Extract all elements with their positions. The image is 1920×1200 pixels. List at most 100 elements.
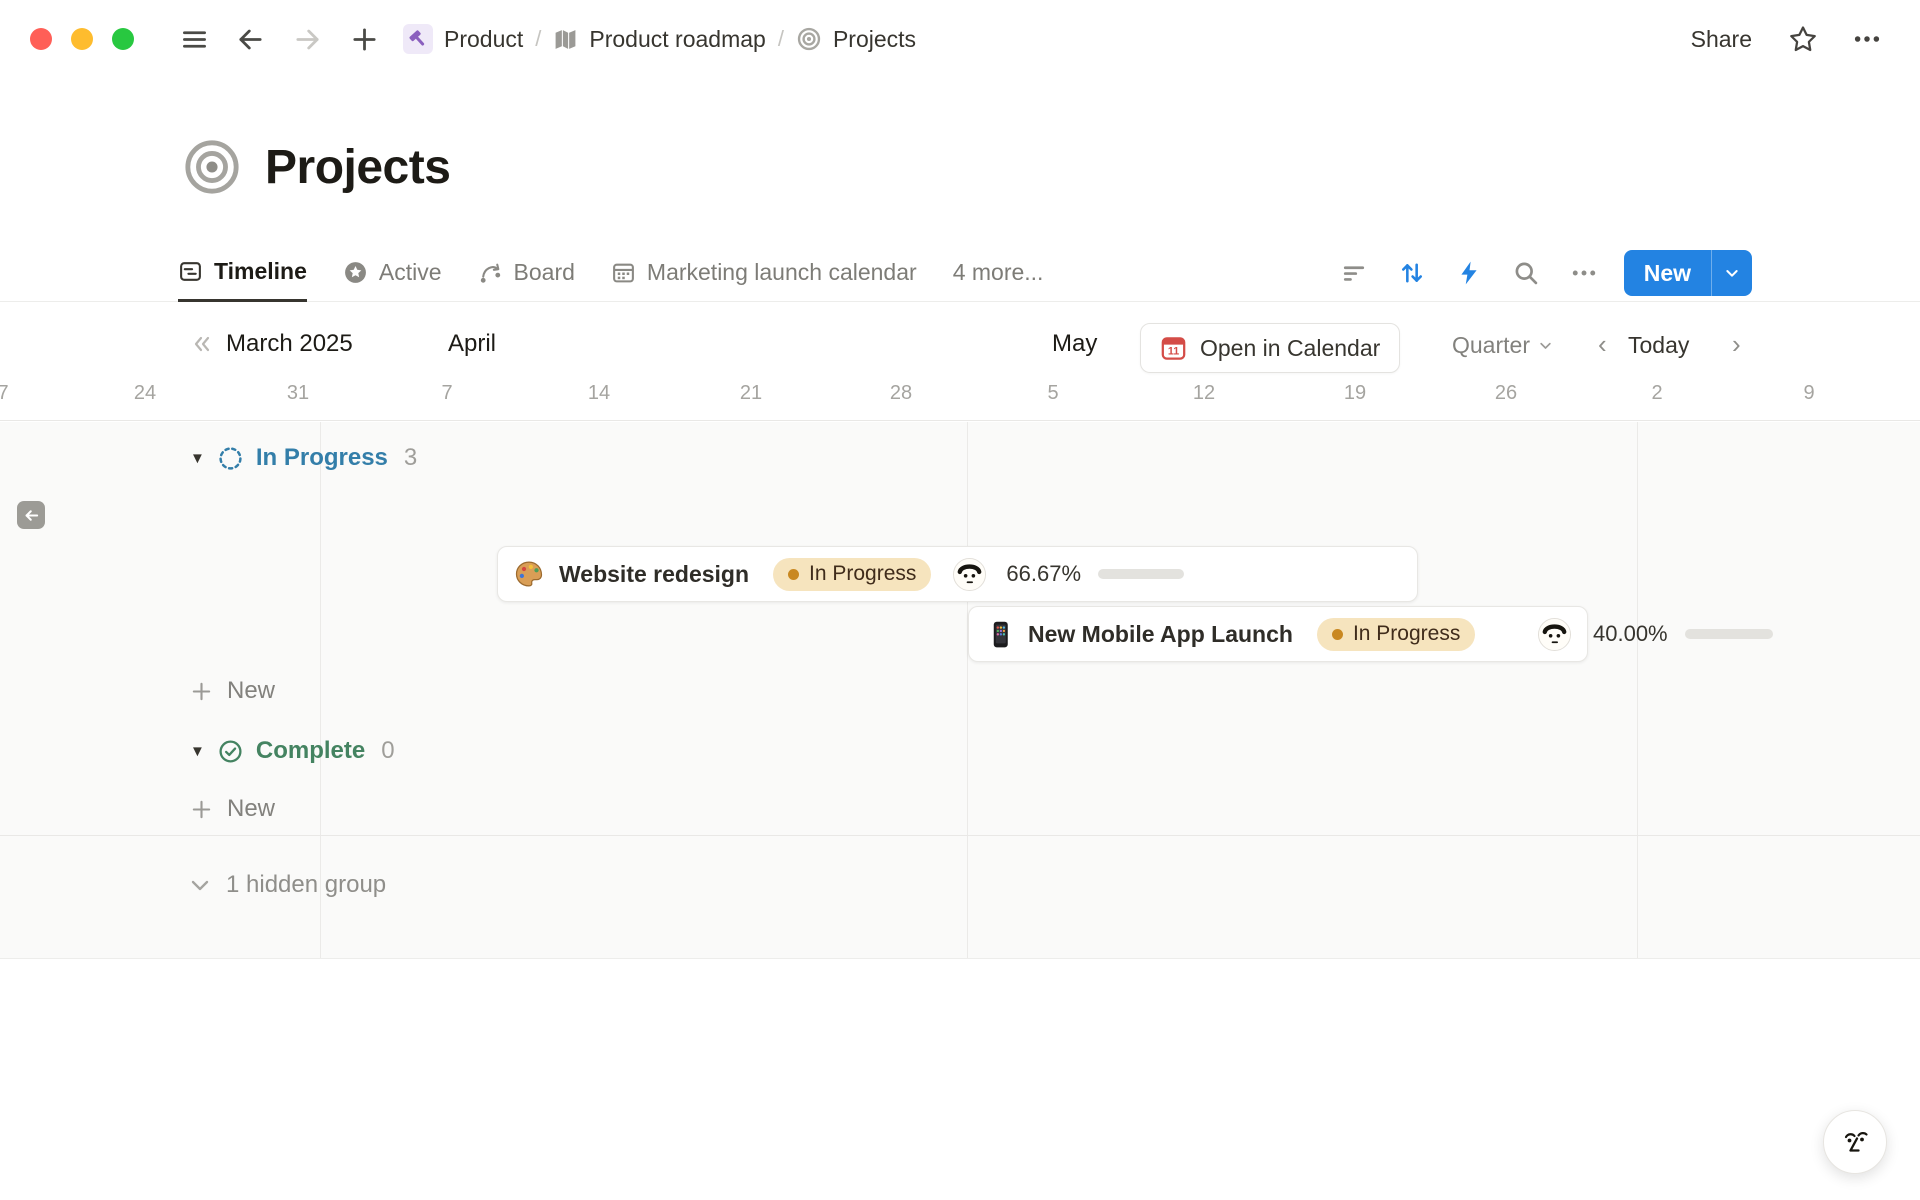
app-window: Product / Product roadmap / Projects Sha… [0,0,1920,1200]
open-in-calendar-button[interactable]: 11 Open in Calendar [1140,323,1400,373]
month-text: April [448,330,496,358]
month-text: March 2025 [226,330,353,358]
sort-icon[interactable] [1398,259,1426,287]
status-dot [788,569,799,580]
board-view-icon [478,260,503,285]
breadcrumb-separator: / [778,26,784,52]
date-tick: 12 [1193,382,1215,405]
progress-percent-outside: 40.00% [1593,606,1668,662]
breadcrumb: Product / Product roadmap / Projects [403,24,916,54]
breadcrumb-label: Product roadmap [589,26,765,53]
progress-percent: 40.00% [1593,621,1668,647]
tab-board[interactable]: Board [478,244,575,301]
month-gridline [1637,422,1638,958]
tab-label: 4 more... [953,259,1044,286]
add-new-item-button[interactable]: New [190,795,275,823]
scroll-left-double-chevron-icon[interactable] [190,332,214,356]
calendar-view-icon [611,260,636,285]
timeline-body: ▼ In Progress 3 Website redesign In Prog… [0,422,1920,959]
mobile-phone-icon [985,620,1013,648]
add-new-item-button[interactable]: New [190,677,275,705]
sidebar-menu-icon[interactable] [181,26,208,53]
timeline-zoom-select[interactable]: Quarter [1452,332,1553,359]
new-dropdown-button[interactable] [1712,250,1752,296]
card-title: Website redesign [559,561,749,588]
new-tab-button[interactable] [350,25,379,54]
today-button[interactable]: Today [1628,332,1689,359]
month-label-march: March 2025 [190,330,353,358]
back-button[interactable] [236,25,265,54]
chevron-down-icon [1538,338,1553,353]
search-icon[interactable] [1512,259,1540,287]
collapse-triangle-icon[interactable]: ▼ [190,743,205,760]
date-tick: 24 [134,382,156,405]
date-tick: 7 [441,382,452,405]
map-icon [553,27,578,52]
group-label[interactable]: In Progress [256,444,388,472]
open-in-calendar-label: Open in Calendar [1200,335,1380,362]
more-options-icon[interactable] [1852,24,1882,54]
new-button[interactable]: New [1624,250,1711,296]
zoom-window-button[interactable] [112,28,134,50]
timeline-view-icon [178,259,203,284]
breadcrumb-item-product-roadmap[interactable]: Product roadmap [553,26,765,53]
status-label: In Progress [809,562,916,586]
date-tick: 21 [740,382,762,405]
tab-more-views[interactable]: 4 more... [953,244,1044,301]
view-more-icon[interactable] [1570,259,1598,287]
view-toolbar: New [1310,244,1752,302]
complete-check-circle-icon [218,739,243,764]
page-header: Projects [183,138,450,196]
group-label[interactable]: Complete [256,737,365,765]
tab-timeline[interactable]: Timeline [178,244,307,302]
page-target-icon[interactable] [183,138,241,196]
group-count: 0 [381,737,394,765]
scroll-back-floating-button[interactable] [17,501,45,529]
tab-marketing-launch-calendar[interactable]: Marketing launch calendar [611,244,917,301]
month-label-april: April [448,330,496,358]
month-gridline [967,422,968,958]
plus-icon [190,680,213,703]
group-count: 3 [404,444,417,472]
forward-button[interactable] [293,25,322,54]
favorite-star-icon[interactable] [1788,24,1818,54]
breadcrumb-item-product[interactable]: Product [403,24,523,54]
timeline-prev-button[interactable]: ‹ [1598,329,1607,360]
month-label-may: May [1052,330,1097,358]
red-calendar-icon: 11 [1160,335,1187,362]
close-window-button[interactable] [30,28,52,50]
progress-percent: 66.67% [1006,561,1081,587]
month-text: May [1052,330,1097,358]
palette-icon [514,559,544,589]
breadcrumb-label: Projects [833,26,916,53]
progress-bar [1685,629,1773,639]
collapse-triangle-icon[interactable]: ▼ [190,450,205,467]
date-tick: 5 [1047,382,1058,405]
assignee-avatar [1538,618,1571,651]
new-record-button-group: New [1624,250,1752,296]
minimize-window-button[interactable] [71,28,93,50]
assignee-avatar [953,558,986,591]
in-progress-dashed-circle-icon [218,446,243,471]
date-tick: 9 [1803,382,1814,405]
hidden-group-toggle[interactable]: 1 hidden group [188,870,386,900]
zoom-level-label: Quarter [1452,332,1530,359]
progress-bar [1098,569,1184,579]
date-tick: 26 [1495,382,1517,405]
tab-active[interactable]: Active [343,244,442,301]
status-badge: In Progress [1317,618,1475,651]
timeline-card-website-redesign[interactable]: Website redesign In Progress 66.67% [497,546,1418,602]
breadcrumb-label: Product [444,26,523,53]
ai-face-icon [1837,1124,1873,1160]
timeline-header: March 2025 April May 11 Open in Calendar… [0,302,1920,421]
date-tick: 28 [890,382,912,405]
breadcrumb-item-projects[interactable]: Projects [796,26,916,53]
filter-icon[interactable] [1340,259,1368,287]
automation-lightning-icon[interactable] [1456,260,1482,286]
new-item-label: New [227,795,275,823]
timeline-card-new-mobile-app-launch[interactable]: New Mobile App Launch In Progress [968,606,1588,662]
share-button[interactable]: Share [1691,26,1752,53]
notion-ai-button[interactable] [1823,1110,1887,1174]
window-titlebar: Product / Product roadmap / Projects Sha… [0,0,1920,78]
timeline-next-button[interactable]: › [1732,329,1741,360]
